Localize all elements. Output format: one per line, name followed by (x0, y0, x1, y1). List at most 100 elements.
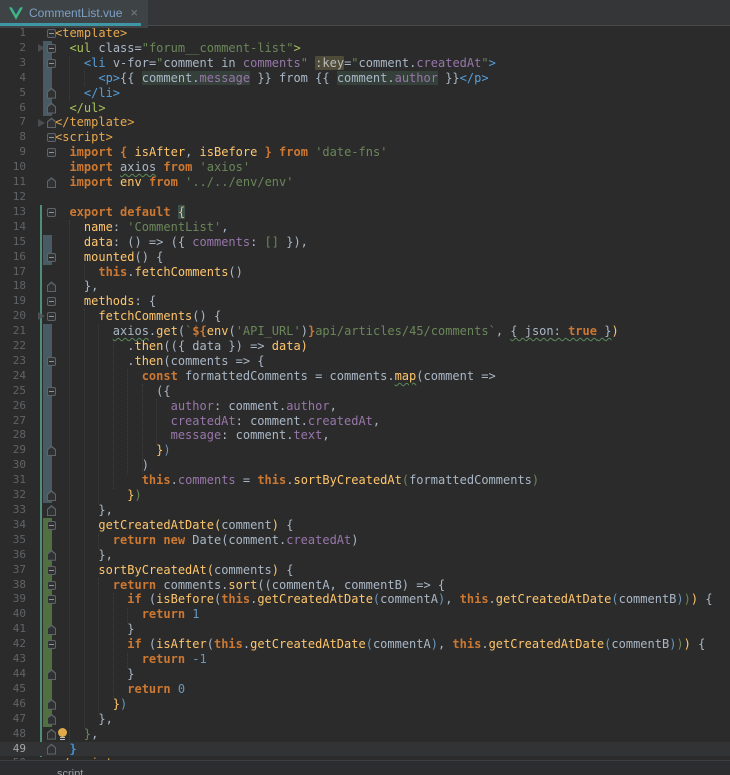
fold-zone[interactable] (26, 742, 55, 757)
line-number[interactable]: 16 (0, 250, 26, 265)
line-number[interactable]: 37 (0, 563, 26, 578)
fold-end-icon[interactable] (47, 490, 56, 501)
line-number[interactable]: 1 (0, 26, 26, 41)
line-number[interactable]: 29 (0, 443, 26, 458)
fold-end-icon[interactable] (47, 744, 56, 755)
fold-collapse-icon[interactable] (47, 581, 56, 590)
fold-zone[interactable] (26, 309, 55, 324)
code-line[interactable]: 4 <p>{{ comment.message }} from {{ comme… (0, 71, 730, 86)
fold-zone[interactable] (26, 130, 55, 145)
code-line[interactable]: 20 fetchComments() { (0, 309, 730, 324)
fold-collapse-icon[interactable] (47, 521, 56, 530)
code-line[interactable]: 31 this.comments = this.sortByCreatedAt(… (0, 473, 730, 488)
code-line[interactable]: 34 getCreatedAtDate(comment) { (0, 518, 730, 533)
fold-zone[interactable] (26, 175, 55, 190)
fold-zone[interactable] (26, 145, 55, 160)
fold-collapse-icon[interactable] (47, 44, 56, 53)
line-number[interactable]: 28 (0, 428, 26, 443)
fold-zone[interactable] (26, 101, 55, 116)
code-line[interactable]: 10 import axios from 'axios' (0, 160, 730, 175)
line-number[interactable]: 30 (0, 458, 26, 473)
fold-zone[interactable] (26, 667, 55, 682)
fold-zone[interactable] (26, 354, 55, 369)
code-line[interactable]: 38 return comments.sort((commentA, comme… (0, 578, 730, 593)
code-line[interactable]: 28 message: comment.text, (0, 428, 730, 443)
code-line[interactable]: 5 </li> (0, 86, 730, 101)
line-number[interactable]: 45 (0, 682, 26, 697)
fold-zone[interactable] (26, 578, 55, 593)
line-number[interactable]: 46 (0, 697, 26, 712)
fold-zone[interactable] (26, 548, 55, 563)
code-line[interactable]: 37 sortByCreatedAt(comments) { (0, 563, 730, 578)
line-number[interactable]: 11 (0, 175, 26, 190)
line-number[interactable]: 26 (0, 399, 26, 414)
line-number[interactable]: 34 (0, 518, 26, 533)
fold-end-icon[interactable] (47, 550, 56, 561)
line-number[interactable]: 31 (0, 473, 26, 488)
line-number[interactable]: 12 (0, 190, 26, 205)
code-line[interactable]: 32 }) (0, 488, 730, 503)
line-number[interactable]: 13 (0, 205, 26, 220)
fold-end-icon[interactable] (47, 88, 56, 99)
code-line[interactable]: 36 }, (0, 548, 730, 563)
line-number[interactable]: 21 (0, 324, 26, 339)
line-number[interactable]: 2 (0, 41, 26, 56)
line-number[interactable]: 14 (0, 220, 26, 235)
fold-collapse-icon[interactable] (47, 566, 56, 575)
code-line[interactable]: 48 }, (0, 727, 730, 742)
fold-end-icon[interactable] (47, 281, 56, 292)
code-line[interactable]: 27 createdAt: comment.createdAt, (0, 414, 730, 429)
code-line[interactable]: 19 methods: { (0, 294, 730, 309)
line-number[interactable]: 35 (0, 533, 26, 548)
fold-zone[interactable] (26, 503, 55, 518)
line-number[interactable]: 10 (0, 160, 26, 175)
fold-end-icon[interactable] (47, 505, 56, 516)
line-number[interactable]: 20 (0, 309, 26, 324)
fold-zone[interactable] (26, 443, 55, 458)
fold-collapse-icon[interactable] (47, 133, 56, 142)
fold-zone[interactable] (26, 727, 55, 742)
fold-zone[interactable] (26, 697, 55, 712)
breadcrumb-script[interactable]: script (57, 768, 83, 775)
code-line[interactable]: 17 this.fetchComments() (0, 265, 730, 280)
code-line[interactable]: 49 } (0, 742, 730, 757)
line-number[interactable]: 7 (0, 115, 26, 130)
fold-collapse-icon[interactable] (47, 59, 56, 68)
line-number[interactable]: 39 (0, 592, 26, 607)
intention-bulb-icon[interactable] (58, 728, 68, 740)
line-number[interactable]: 19 (0, 294, 26, 309)
code-line[interactable]: 2 <ul class="forum__comment-list"> (0, 41, 730, 56)
code-line[interactable]: 21 axios.get(`${env('API_URL')}api/artic… (0, 324, 730, 339)
line-number[interactable]: 23 (0, 354, 26, 369)
tab-close-icon[interactable]: × (130, 8, 138, 18)
fold-collapse-icon[interactable] (47, 387, 56, 396)
line-number[interactable]: 36 (0, 548, 26, 563)
code-line[interactable]: 40 return 1 (0, 607, 730, 622)
line-number[interactable]: 6 (0, 101, 26, 116)
fold-end-icon[interactable] (47, 445, 56, 456)
fold-zone[interactable] (26, 26, 55, 41)
fold-end-icon[interactable] (47, 714, 56, 725)
fold-end-icon[interactable] (47, 103, 56, 114)
line-number[interactable]: 44 (0, 667, 26, 682)
code-line[interactable]: 14 name: 'CommentList', (0, 220, 730, 235)
fold-zone[interactable] (26, 563, 55, 578)
fold-zone[interactable] (26, 294, 55, 309)
code-line[interactable]: 6 </ul> (0, 101, 730, 116)
line-number[interactable]: 43 (0, 652, 26, 667)
fold-zone[interactable] (26, 518, 55, 533)
fold-collapse-icon[interactable] (47, 253, 56, 262)
fold-zone[interactable] (26, 279, 55, 294)
fold-zone[interactable] (26, 488, 55, 503)
fold-zone[interactable] (26, 712, 55, 727)
code-line[interactable]: 43 return -1 (0, 652, 730, 667)
code-line[interactable]: 22 .then(({ data }) => data) (0, 339, 730, 354)
code-line[interactable]: 8<script> (0, 130, 730, 145)
code-line[interactable]: 1<template> (0, 26, 730, 41)
line-number[interactable]: 42 (0, 637, 26, 652)
code-line[interactable]: 42 if (isAfter(this.getCreatedAtDate(com… (0, 637, 730, 652)
line-number[interactable]: 38 (0, 578, 26, 593)
fold-zone[interactable] (26, 56, 55, 71)
code-line[interactable]: 16 mounted() { (0, 250, 730, 265)
fold-zone[interactable] (26, 41, 55, 56)
